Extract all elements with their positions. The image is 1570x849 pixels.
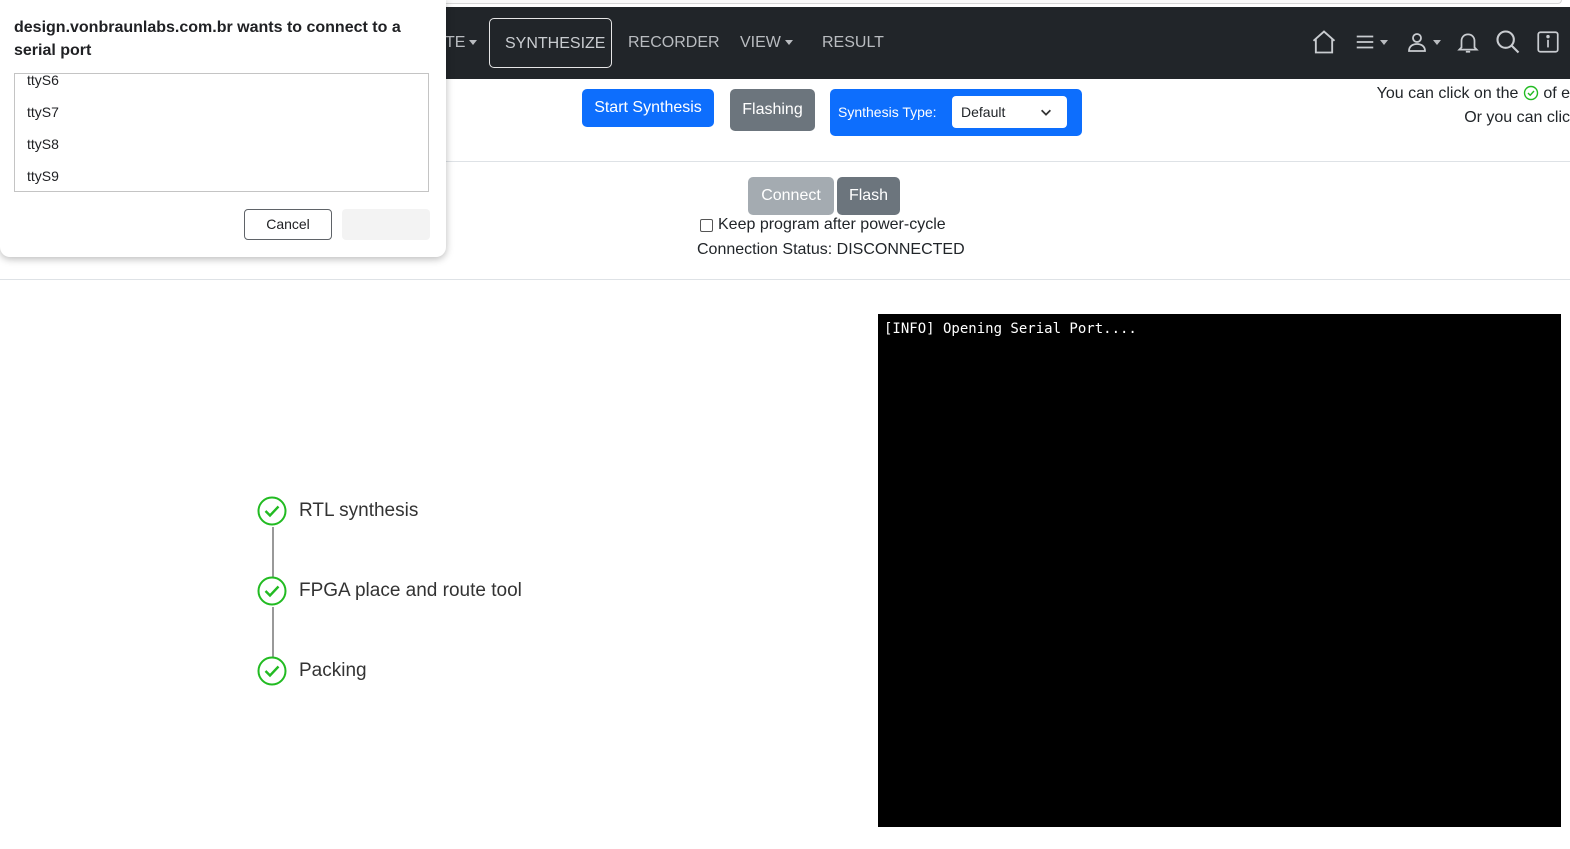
connection-status: Connection Status: DISCONNECTED: [697, 241, 965, 258]
menu-icon[interactable]: [1354, 27, 1388, 57]
caret-down-icon: [469, 40, 478, 46]
port-list[interactable]: ttyS6 ttyS7 ttyS8 ttyS9: [14, 73, 429, 192]
nav-item-partial-label: TE: [445, 34, 466, 51]
check-circle-icon: [257, 656, 287, 686]
nav-item-recorder-label: RECORDER: [628, 34, 720, 51]
bell-icon[interactable]: [1455, 27, 1481, 57]
step-connector: [272, 607, 274, 657]
keep-program-checkbox[interactable]: [700, 218, 713, 232]
home-icon[interactable]: [1310, 27, 1338, 57]
hint-line-2: Or you can clic: [1464, 109, 1570, 126]
connect-button[interactable]: Connect: [748, 177, 834, 215]
nav-item-recorder[interactable]: RECORDER: [613, 18, 735, 68]
info-icon[interactable]: [1535, 27, 1561, 57]
nav-item-synthesize[interactable]: SYNTHESIZE: [489, 18, 612, 68]
serial-console[interactable]: [INFO] Opening Serial Port....: [878, 314, 1561, 827]
cancel-button[interactable]: Cancel: [244, 209, 332, 240]
hint-line-1-suffix: of e: [1543, 85, 1570, 102]
nav-item-result[interactable]: RESULT: [807, 18, 899, 68]
start-synthesis-button[interactable]: Start Synthesis: [582, 89, 714, 127]
synthesis-type-value: Default: [961, 104, 1006, 120]
nav-item-view[interactable]: VIEW: [725, 18, 808, 68]
nav-item-synthesize-label: SYNTHESIZE: [505, 35, 606, 52]
step-label: FPGA place and route tool: [299, 580, 522, 601]
caret-down-icon: [1380, 39, 1388, 45]
browser-tab-edge: [430, 0, 1562, 4]
step-place-and-route: FPGA place and route tool: [257, 576, 522, 606]
step-rtl-synthesis: RTL synthesis: [257, 496, 418, 526]
port-item[interactable]: ttyS9: [27, 168, 59, 184]
chevron-down-icon: [1041, 109, 1051, 116]
dialog-connect-button-disabled: [342, 209, 430, 240]
synthesis-type-label: Synthesis Type:: [838, 104, 937, 120]
nav-item-view-label: VIEW: [740, 34, 781, 51]
step-connector: [272, 527, 274, 577]
nav-item-result-label: RESULT: [822, 34, 884, 51]
check-circle-icon: [257, 576, 287, 606]
port-item[interactable]: ttyS7: [27, 104, 59, 120]
synthesis-type-select[interactable]: Default: [952, 96, 1067, 128]
user-icon[interactable]: [1405, 27, 1441, 57]
synthesis-type-group: Synthesis Type: Default: [830, 89, 1082, 136]
flash-button[interactable]: Flash: [837, 177, 900, 215]
serial-port-dialog: design.vonbraunlabs.com.br wants to conn…: [0, 0, 446, 257]
check-circle-icon: [1523, 85, 1539, 101]
step-label: Packing: [299, 660, 367, 681]
port-item[interactable]: ttyS6: [27, 74, 59, 88]
caret-down-icon: [784, 40, 793, 46]
flashing-button[interactable]: Flashing: [730, 89, 815, 131]
step-label: RTL synthesis: [299, 500, 419, 521]
check-circle-icon: [257, 496, 287, 526]
caret-down-icon: [1433, 39, 1441, 45]
hint-line-1: You can click on the of e: [1377, 85, 1570, 103]
search-icon[interactable]: [1494, 27, 1522, 57]
hint-line-1-prefix: You can click on the: [1376, 85, 1519, 102]
keep-program-label: Keep program after power-cycle: [718, 216, 946, 233]
step-packing: Packing: [257, 656, 367, 686]
keep-program-option: Keep program after power-cycle: [700, 216, 946, 234]
port-item[interactable]: ttyS8: [27, 136, 59, 152]
dialog-title: design.vonbraunlabs.com.br wants to conn…: [14, 19, 401, 59]
